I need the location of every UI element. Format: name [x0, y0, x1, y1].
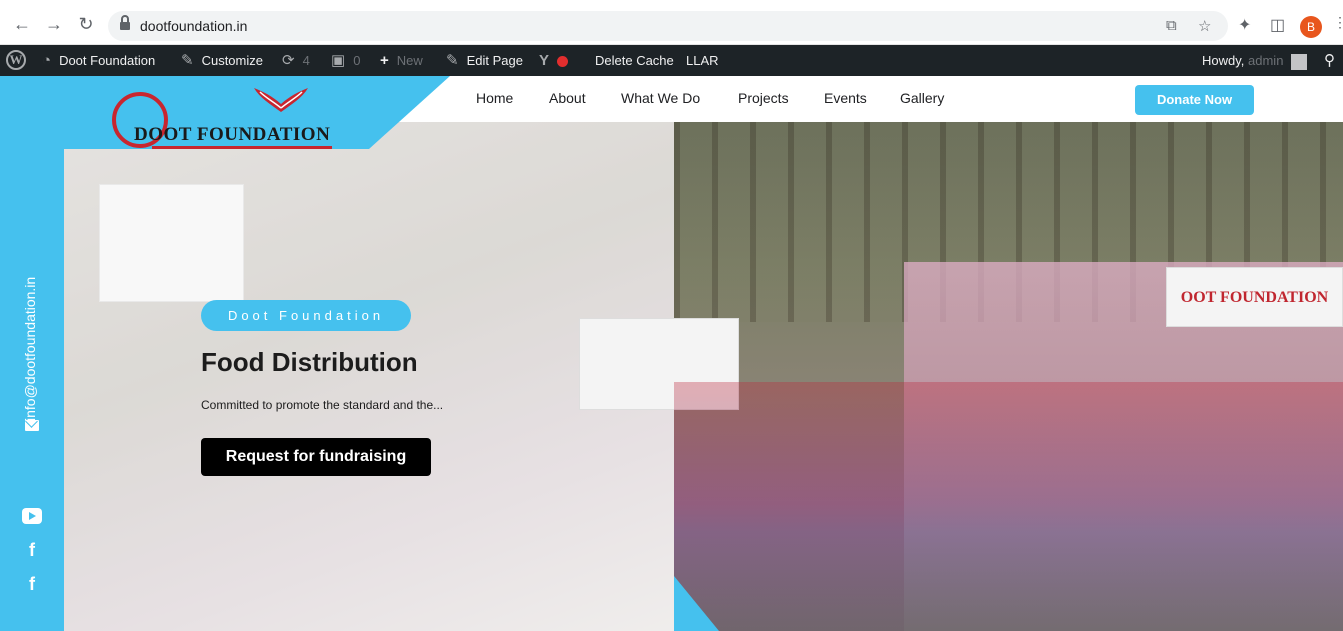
browser-toolbar: ← → ↻ dootfoundation.in ⧉ ☆ ✦ ◫ B ⋮	[0, 0, 1343, 45]
new-label: New	[396, 53, 423, 68]
logo-text: DOOT FOUNDATION	[134, 124, 331, 145]
share-icon[interactable]: ⧉	[1166, 17, 1177, 34]
updates-count: 4	[302, 53, 310, 68]
banner-sign-text: OOT FOUNDATION	[1180, 289, 1329, 306]
pencil-icon: ✎	[446, 52, 459, 69]
hero-title: Food Distribution	[201, 347, 418, 377]
adminbar-comments[interactable]: ▣ 0	[331, 45, 360, 76]
extensions-icon[interactable]: ✦	[1238, 15, 1251, 35]
brush-icon: ✎	[181, 52, 194, 69]
howdy-label: Howdy,	[1202, 53, 1245, 68]
adminbar-customize[interactable]: ✎ Customize	[181, 45, 263, 76]
site-name-label: Doot Foundation	[59, 53, 156, 68]
hero-subtitle: Committed to promote the standard and th…	[201, 398, 444, 412]
adminbar-llar[interactable]: LLAR	[686, 45, 719, 76]
youtube-icon[interactable]	[22, 508, 42, 524]
adminbar-account[interactable]: Howdy, admin	[1202, 45, 1308, 76]
dashboard-icon: ◔	[42, 52, 52, 69]
user-avatar	[1291, 53, 1308, 70]
star-icon[interactable]: ☆	[1198, 17, 1211, 35]
comments-count: 0	[353, 53, 361, 68]
wordpress-icon[interactable]: W	[6, 50, 26, 70]
updates-icon: ⟳	[282, 52, 295, 69]
nav-about[interactable]: About	[549, 90, 586, 106]
adminbar-site[interactable]: ◔ Doot Foundation	[42, 45, 155, 76]
facebook-icon[interactable]: f	[22, 541, 42, 559]
facebook-icon-2[interactable]: f	[22, 575, 42, 593]
arrow-right-icon[interactable]: →	[44, 14, 64, 34]
adminbar-updates[interactable]: ⟳ 4	[282, 45, 310, 76]
side-panel-icon[interactable]: ◫	[1270, 15, 1285, 35]
url-text[interactable]: dootfoundation.in	[140, 18, 247, 34]
edit-page-label: Edit Page	[466, 53, 523, 68]
nav-what-we-do[interactable]: What We Do	[621, 90, 700, 106]
nav-home[interactable]: Home	[476, 90, 513, 106]
site-logo[interactable]: DOOT FOUNDATION	[112, 84, 342, 150]
plus-icon: +	[380, 52, 389, 69]
adminbar-new[interactable]: + New	[380, 45, 423, 76]
yoast-icon: Y	[539, 52, 550, 69]
comment-icon: ▣	[331, 52, 346, 69]
search-icon[interactable]: ⚲	[1324, 45, 1335, 76]
fundraising-button[interactable]: Request for fundraising	[201, 438, 431, 476]
logo-underline	[152, 146, 332, 149]
seo-status-dot	[557, 56, 569, 68]
reload-icon[interactable]: ↻	[76, 14, 96, 34]
envelope-icon	[25, 420, 39, 431]
profile-avatar[interactable]: B	[1300, 16, 1322, 38]
wp-admin-bar: W ◔ Doot Foundation ✎ Customize ⟳ 4 ▣ 0 + New…	[0, 45, 1343, 76]
adminbar-seo[interactable]: Y	[539, 45, 576, 76]
hero-tag: Doot Foundation	[201, 300, 411, 331]
menu-icon[interactable]: ⋮	[1333, 14, 1343, 31]
username-label: admin	[1248, 53, 1284, 68]
lock-icon[interactable]	[120, 15, 130, 32]
adminbar-edit-page[interactable]: ✎ Edit Page	[446, 45, 523, 76]
donate-button[interactable]: Donate Now	[1135, 85, 1254, 115]
children-crowd	[674, 382, 1343, 631]
nav-projects[interactable]: Projects	[738, 90, 789, 106]
address-bar[interactable]: dootfoundation.in ⧉ ☆	[108, 11, 1228, 41]
website: OOT FOUNDATION DOOT FOUNDATION Home Abou…	[0, 76, 1343, 631]
nav-events[interactable]: Events	[824, 90, 867, 106]
customize-label: Customize	[201, 53, 263, 68]
banner-sign-right: OOT FOUNDATION	[1166, 267, 1343, 327]
wings-icon	[254, 88, 308, 112]
arrow-left-icon[interactable]: ←	[12, 14, 32, 34]
nav-gallery[interactable]: Gallery	[900, 90, 944, 106]
email-link[interactable]: info@dootfoundation.in	[22, 277, 38, 421]
hero-image-right: OOT FOUNDATION	[579, 122, 1343, 631]
adminbar-delete-cache[interactable]: Delete Cache	[595, 45, 674, 76]
